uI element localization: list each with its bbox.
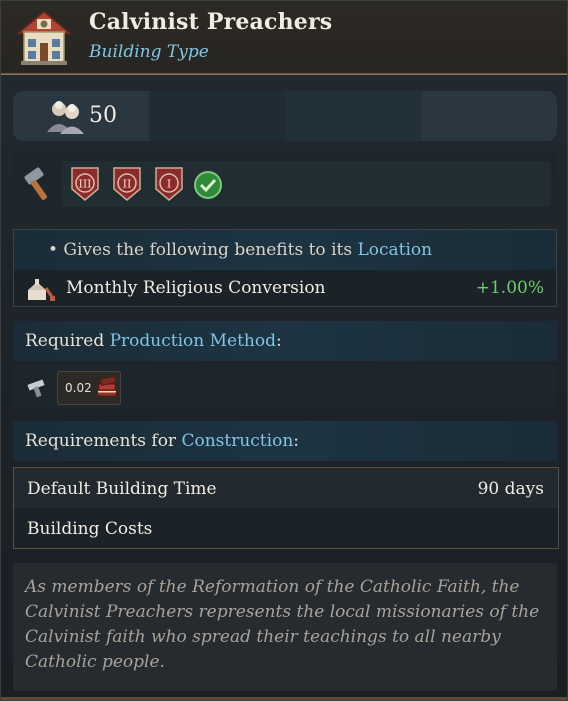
building-house-icon [16, 11, 72, 65]
building-costs-label: Building Costs [27, 519, 153, 539]
flavor-text: As members of the Reformation of the Cat… [25, 577, 540, 672]
building-time-value: 90 days [477, 479, 544, 499]
production-method-link[interactable]: Production Method [110, 331, 276, 351]
hammer-icon [24, 167, 47, 200]
bottom-border [1, 697, 567, 700]
tooltip-header: Calvinist Preachers Building Type [1, 1, 567, 75]
rank-segment[interactable] [285, 91, 421, 141]
production-method-label: Required Production Method: [25, 331, 282, 351]
production-method-header: Required Production Method: [13, 321, 557, 361]
books-icon [97, 376, 117, 397]
population-segment[interactable]: 50 [13, 91, 149, 141]
building-title: Calvinist Preachers [89, 9, 333, 35]
checkmark-icon[interactable] [193, 170, 223, 200]
production-tool-icon [27, 379, 45, 398]
construction-label: Requirements for Construction: [25, 431, 299, 451]
tier-2-shield-icon[interactable]: II [113, 167, 141, 201]
building-subtitle[interactable]: Building Type [89, 42, 209, 62]
tier-1-shield-icon[interactable]: I [155, 167, 183, 201]
construction-label-suffix: : [293, 431, 299, 451]
religion-segment[interactable] [149, 91, 369, 141]
construction-table: Default Building Time 90 days Building C… [13, 467, 559, 549]
production-method-row: 0.02 [13, 365, 557, 409]
production-label-suffix: : [275, 331, 282, 351]
tier-row: III II I [13, 153, 557, 215]
location-segment[interactable] [421, 91, 557, 141]
population-icon [47, 101, 84, 134]
benefits-header: • Gives the following benefits to its Lo… [14, 230, 556, 270]
stat-bar: 50 [13, 91, 557, 141]
modifier-label: Monthly Religious Conversion [66, 278, 326, 298]
construction-link[interactable]: Construction [181, 431, 293, 451]
building-time-label: Default Building Time [27, 479, 217, 499]
production-input-box[interactable]: 0.02 [57, 371, 121, 405]
production-amount: 0.02 [65, 381, 92, 395]
building-tooltip: Calvinist Preachers Building Type 50 III… [0, 0, 568, 701]
construction-label-prefix: Requirements for [25, 431, 182, 451]
religious-conversion-icon [28, 279, 56, 301]
tier-3-label: III [78, 178, 91, 191]
modifier-value: +1.00% [475, 278, 544, 298]
location-link[interactable]: Location [357, 240, 432, 260]
benefits-intro: • Gives the following benefits to its Lo… [48, 240, 432, 260]
flavor-text-box: As members of the Reformation of the Cat… [13, 563, 557, 691]
construction-row: Default Building Time 90 days [14, 468, 558, 508]
tier-1-label: I [167, 178, 171, 191]
header-divider [1, 74, 567, 75]
tier-3-shield-icon[interactable]: III [71, 167, 99, 201]
tier-badges: III II I [61, 161, 551, 207]
construction-header: Requirements for Construction: [13, 421, 557, 461]
population-value: 50 [89, 103, 117, 128]
benefits-intro-prefix: • Gives the following benefits to its [48, 240, 358, 260]
tier-2-label: II [123, 178, 132, 191]
production-label-prefix: Required [25, 331, 110, 351]
benefits-section: • Gives the following benefits to its Lo… [13, 229, 557, 307]
construction-row: Building Costs [14, 508, 558, 548]
